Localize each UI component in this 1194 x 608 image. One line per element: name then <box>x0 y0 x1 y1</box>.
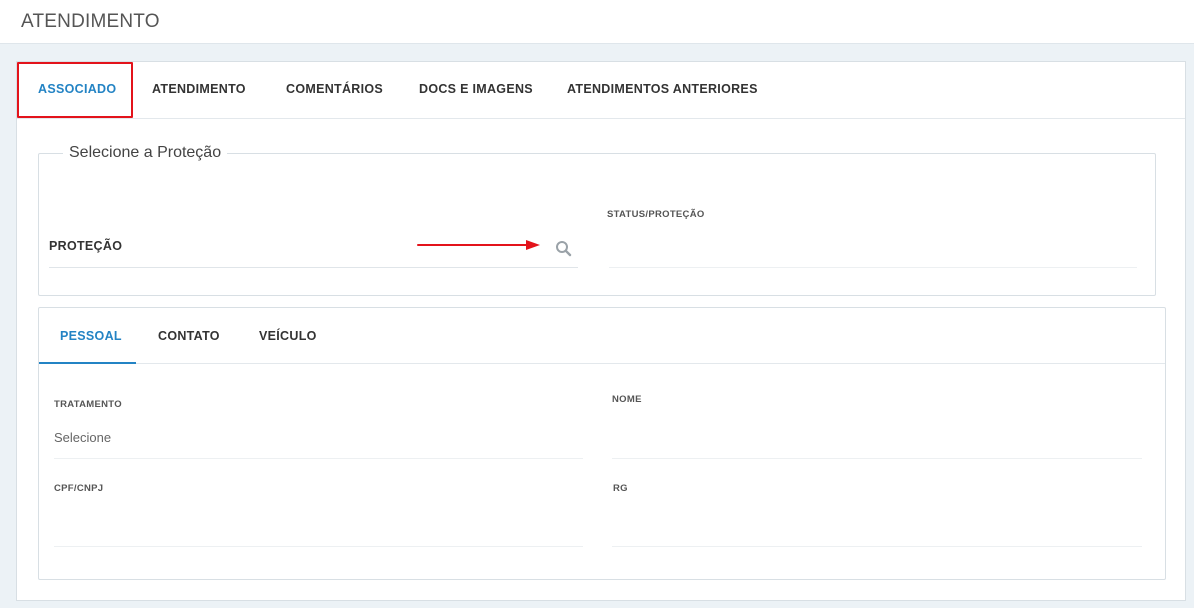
nome-field[interactable] <box>612 458 1142 459</box>
active-tab-indicator <box>39 362 136 364</box>
personal-card: PESSOAL CONTATO VEÍCULO TRATAMENTO Selec… <box>38 307 1166 580</box>
tab-associado[interactable]: ASSOCIADO <box>38 82 116 96</box>
rg-label: RG <box>613 483 628 494</box>
tab-veiculo[interactable]: VEÍCULO <box>259 329 317 343</box>
protecao-label: PROTEÇÃO <box>49 239 123 253</box>
page-header: ATENDIMENTO <box>0 0 1194 44</box>
tratamento-select[interactable]: Selecione <box>54 430 111 445</box>
nome-label: NOME <box>612 394 642 405</box>
main-tabs: ASSOCIADO ATENDIMENTO COMENTÁRIOS DOCS E… <box>17 62 1185 119</box>
protection-fieldset: Selecione a Proteção PROTEÇÃO STATUS/PRO… <box>38 144 1156 296</box>
main-card: ASSOCIADO ATENDIMENTO COMENTÁRIOS DOCS E… <box>16 61 1186 601</box>
tab-contato[interactable]: CONTATO <box>158 329 220 343</box>
tab-docs-imagens[interactable]: DOCS E IMAGENS <box>419 82 533 96</box>
tratamento-underline <box>54 458 583 459</box>
tab-atendimentos-anteriores[interactable]: ATENDIMENTOS ANTERIORES <box>567 82 758 96</box>
status-protecao-field <box>609 267 1137 268</box>
tab-pessoal[interactable]: PESSOAL <box>60 329 122 343</box>
red-arrow-icon <box>417 240 540 250</box>
search-icon[interactable] <box>555 240 572 257</box>
tratamento-label: TRATAMENTO <box>54 399 122 410</box>
sub-tabs: PESSOAL CONTATO VEÍCULO <box>39 308 1165 364</box>
cpf-cnpj-label: CPF/CNPJ <box>54 483 104 494</box>
page-title: ATENDIMENTO <box>21 11 160 32</box>
tab-atendimento[interactable]: ATENDIMENTO <box>152 82 246 96</box>
tab-comentarios[interactable]: COMENTÁRIOS <box>286 82 383 96</box>
status-protecao-label: STATUS/PROTEÇÃO <box>607 209 705 220</box>
protection-legend: Selecione a Proteção <box>63 144 228 162</box>
rg-field[interactable] <box>612 546 1142 547</box>
protecao-field[interactable] <box>49 267 578 268</box>
cpf-cnpj-field[interactable] <box>54 546 583 547</box>
